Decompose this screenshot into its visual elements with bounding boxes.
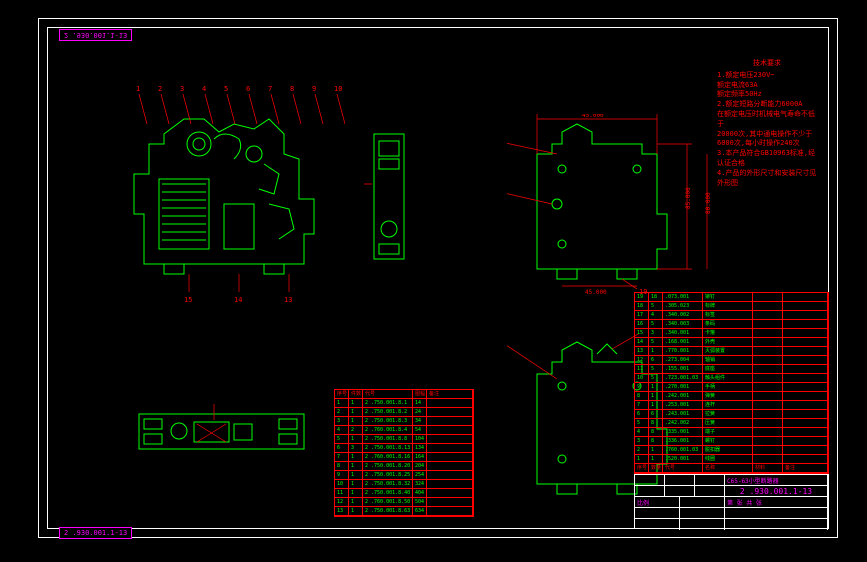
svg-text:3: 3 xyxy=(180,85,184,93)
svg-text:4: 4 xyxy=(202,85,206,93)
cad-outer-frame: 2 .930.001.1-13 2 .930.001.1-13 xyxy=(38,18,838,538)
main-section-view xyxy=(124,104,334,284)
product-name: C65-63小型断路器 xyxy=(725,475,828,485)
svg-text:15: 15 xyxy=(184,296,192,304)
svg-text:7: 7 xyxy=(268,85,272,93)
svg-text:80.000: 80.000 xyxy=(705,192,712,214)
notes-header: 技术要求 xyxy=(717,59,817,69)
drawing-number: 2 .930.001.1-13 xyxy=(725,486,828,496)
svg-text:9: 9 xyxy=(312,85,316,93)
center-parts-table: 序号件数代号图幅备注 112 .750.001.8.114212 .750.00… xyxy=(334,389,474,517)
svg-text:45.000: 45.000 xyxy=(582,114,604,119)
svg-text:45.000: 45.000 xyxy=(585,289,607,294)
svg-text:8: 8 xyxy=(290,85,294,93)
svg-text:5: 5 xyxy=(224,85,228,93)
parts-list-table: 1918.073.001铆钉185.305.023标牌174.340.002标签… xyxy=(634,292,829,474)
svg-text:14: 14 xyxy=(234,296,242,304)
technical-notes: 技术要求 1.额定电压230V~ 额定电流63A 额定频率50Hz2.额定短路分… xyxy=(717,59,817,188)
callout-leaders-top: 1 2 3 4 5 6 7 8 9 10 xyxy=(114,79,374,129)
title-block: C65-63小型断路器 2 .930.001.1-13 比例 第 张 共 张 xyxy=(634,474,829,529)
svg-text:10: 10 xyxy=(334,85,342,93)
svg-text:85.000: 85.000 xyxy=(685,187,692,209)
bottom-left-view: 8 xyxy=(134,404,314,464)
corner-tag-bottom: 2 .930.001.1-13 xyxy=(59,527,132,539)
svg-text:13: 13 xyxy=(284,296,292,304)
svg-text:6: 6 xyxy=(246,85,250,93)
corner-tag-top: 2 .930.001.1-13 xyxy=(59,29,132,41)
svg-text:1: 1 xyxy=(136,85,140,93)
side-view: 11 xyxy=(364,129,414,269)
callout-leaders-bottom: 15 14 13 xyxy=(169,274,349,304)
svg-text:2: 2 xyxy=(158,85,162,93)
